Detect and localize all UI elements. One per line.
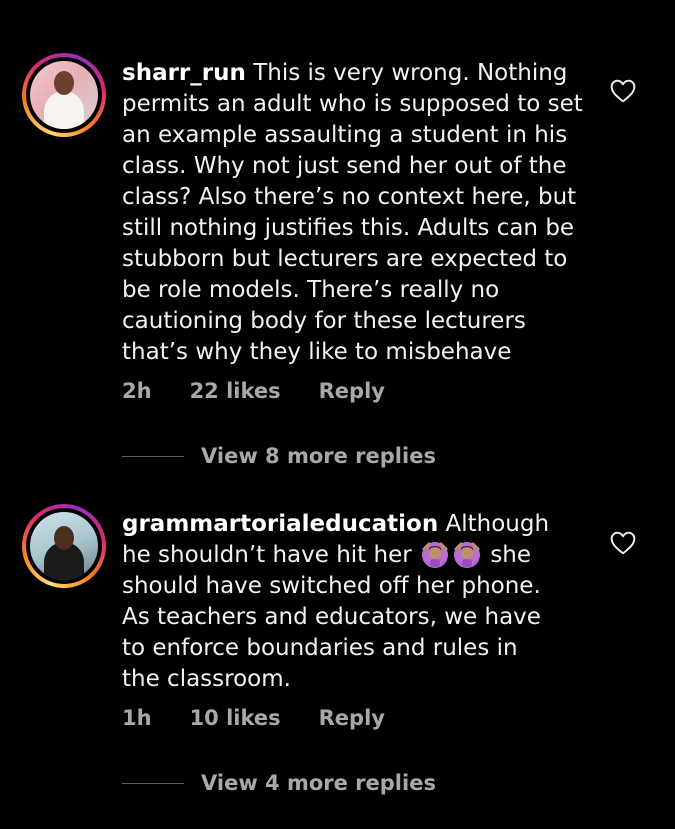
reply-button[interactable]: Reply xyxy=(319,379,385,403)
comment-meta: 1h 10 likes Reply xyxy=(122,706,423,730)
divider xyxy=(122,782,184,784)
view-replies-button[interactable]: View 8 more replies xyxy=(122,444,436,468)
divider xyxy=(122,455,184,457)
comment-body: grammartorialeducation Although he shoul… xyxy=(122,509,562,695)
view-replies-label: View 4 more replies xyxy=(201,771,436,795)
comment-username[interactable]: grammartorialeducation xyxy=(122,511,438,537)
comment-likes[interactable]: 22 likes xyxy=(190,379,281,403)
comment-time: 1h xyxy=(122,706,152,730)
view-replies-label: View 8 more replies xyxy=(201,444,436,468)
comment-meta: 2h 22 likes Reply xyxy=(122,379,423,403)
comment-time: 2h xyxy=(122,379,152,403)
avatar-photo xyxy=(30,61,98,129)
comment-username[interactable]: sharr_run xyxy=(122,60,246,86)
person-gesturing-ok-emoji-icon xyxy=(422,542,448,568)
comment-text: This is very wrong. Nothing permits an a… xyxy=(122,60,583,365)
avatar[interactable] xyxy=(22,504,106,588)
comment-body: sharr_run This is very wrong. Nothing pe… xyxy=(122,58,592,368)
view-replies-button[interactable]: View 4 more replies xyxy=(122,771,436,795)
reply-button[interactable]: Reply xyxy=(319,706,385,730)
person-gesturing-ok-emoji-icon xyxy=(454,542,480,568)
avatar[interactable] xyxy=(22,53,106,137)
heart-outline-icon[interactable] xyxy=(610,79,636,103)
avatar-photo xyxy=(30,512,98,580)
comment-likes[interactable]: 10 likes xyxy=(190,706,281,730)
heart-outline-icon[interactable] xyxy=(610,531,636,555)
